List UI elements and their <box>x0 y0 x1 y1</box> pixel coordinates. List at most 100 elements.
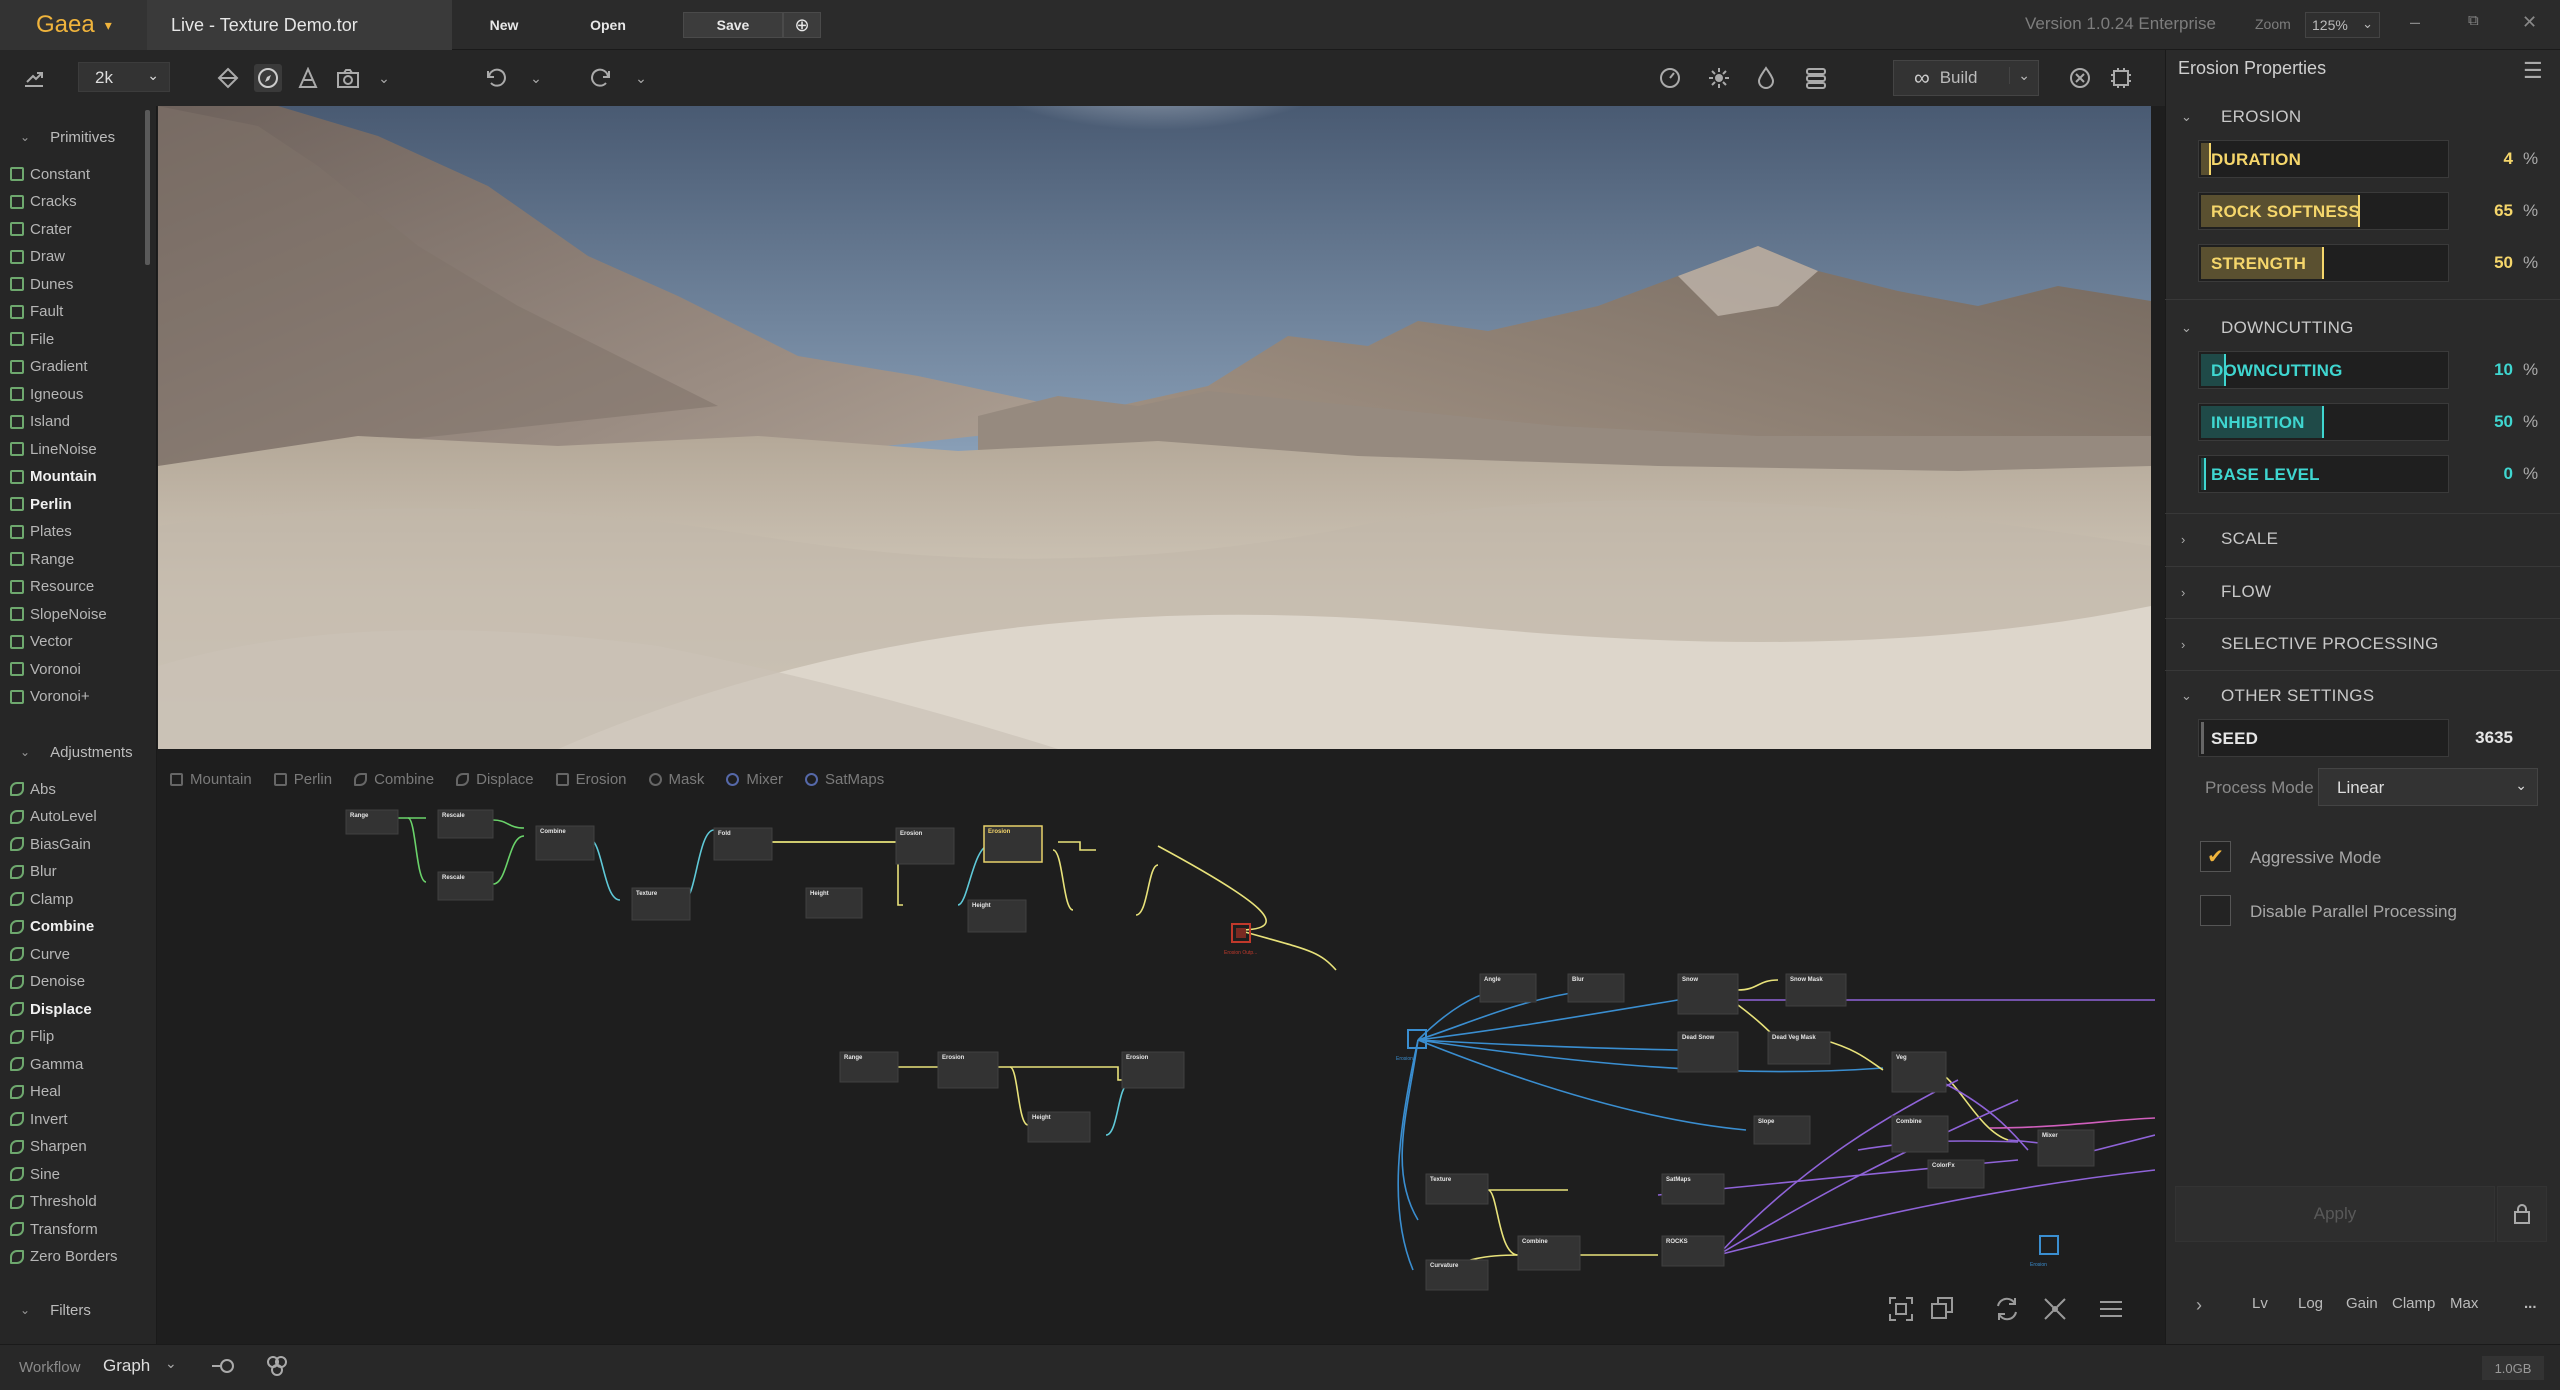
adjustment-item[interactable]: Sharpen <box>10 1135 87 1159</box>
open-button[interactable]: Open <box>582 12 634 38</box>
graph-node[interactable]: Blur <box>1567 973 1625 1003</box>
graph-node[interactable]: Height <box>1027 1111 1091 1143</box>
new-button[interactable]: New <box>480 12 528 38</box>
adjustments-header[interactable]: ⌄ Adjustments <box>0 735 156 769</box>
graph-tab[interactable]: SatMaps <box>805 768 884 790</box>
node-graph-canvas[interactable]: Range Rescale Rescale Combine Texture Fo… <box>158 750 2155 1344</box>
duplicate-icon[interactable] <box>1930 1296 1956 1329</box>
section-other-settings[interactable]: ⌄ OTHER SETTINGS <box>2165 675 2560 717</box>
compass-icon[interactable] <box>254 64 282 92</box>
nodes-icon[interactable] <box>265 1354 289 1383</box>
param-value[interactable]: 50 <box>2453 253 2513 273</box>
camera-icon[interactable] <box>334 64 362 92</box>
seed-input[interactable]: SEED <box>2198 719 2449 757</box>
chevron-down-icon[interactable]: ⌄ <box>627 64 655 92</box>
primitive-item[interactable]: File <box>10 327 54 351</box>
graph-node[interactable]: Height <box>967 899 1027 933</box>
lock-icon[interactable] <box>2497 1186 2547 1242</box>
undo-icon[interactable] <box>482 64 510 92</box>
primitive-item[interactable]: Plates <box>10 520 72 544</box>
histogram-tab[interactable]: Clamp <box>2392 1295 2435 1312</box>
graph-node[interactable]: Slope <box>1753 1115 1811 1145</box>
primitive-item[interactable]: SlopeNoise <box>10 602 107 626</box>
export-icon[interactable] <box>20 64 48 92</box>
param-slider[interactable]: DOWNCUTTING <box>2198 351 2449 389</box>
primitive-item[interactable]: Fault <box>10 300 63 324</box>
refresh-icon[interactable] <box>1994 1296 2020 1329</box>
primitive-item[interactable]: Cracks <box>10 190 77 214</box>
sun-icon[interactable] <box>1705 64 1733 92</box>
param-value[interactable]: 4 <box>2453 149 2513 169</box>
primitive-item[interactable]: Crater <box>10 217 72 241</box>
graph-node[interactable]: Erosion <box>895 827 955 865</box>
section-scale[interactable]: › SCALE <box>2165 518 2560 560</box>
adjustment-item[interactable]: AutoLevel <box>10 805 97 829</box>
chip-icon[interactable] <box>2107 64 2135 92</box>
adjustment-item[interactable]: Clamp <box>10 887 73 911</box>
graph-node[interactable]: Angle <box>1479 973 1537 1003</box>
adjustment-item[interactable]: Threshold <box>10 1190 97 1214</box>
cancel-build-icon[interactable] <box>2066 64 2094 92</box>
graph-tab[interactable]: Mixer <box>726 768 783 790</box>
graph-tab[interactable]: Erosion <box>555 768 627 790</box>
document-tab[interactable]: Live - Texture Demo.tor <box>147 0 452 50</box>
histogram-tab[interactable]: Gain <box>2346 1295 2378 1312</box>
graph-node[interactable]: Range <box>839 1051 899 1083</box>
build-button[interactable]: ∞ Build ⌄ <box>1893 60 2039 96</box>
adjustment-item[interactable]: Curve <box>10 942 70 966</box>
graph-node[interactable]: ROCKS <box>1661 1235 1725 1267</box>
adjustment-item[interactable]: Combine <box>10 915 94 939</box>
adjustment-item[interactable]: Denoise <box>10 970 85 994</box>
graph-node[interactable]: Texture <box>631 887 691 921</box>
primitive-item[interactable]: Perlin <box>10 492 72 516</box>
primitive-item[interactable]: Dunes <box>10 272 73 296</box>
more-button[interactable]: ... <box>2524 1295 2537 1312</box>
filters-header[interactable]: ⌄ Filters <box>0 1293 156 1327</box>
graph-node[interactable]: Curvature <box>1425 1259 1489 1291</box>
section-erosion[interactable]: ⌄ EROSION <box>2165 96 2560 138</box>
chevron-down-icon[interactable]: ⌄ <box>165 1355 177 1372</box>
output-node[interactable]: Erosion <box>2030 1235 2059 1268</box>
close-icon[interactable]: ✕ <box>2522 12 2537 33</box>
graph-node[interactable]: Combine <box>1891 1115 1949 1153</box>
chevron-down-icon[interactable]: ⌄ <box>370 64 398 92</box>
input-node[interactable]: Erosion <box>1396 1029 1427 1062</box>
graph-node[interactable]: Texture <box>1425 1173 1489 1205</box>
add-icon[interactable]: ⊕ <box>783 12 821 38</box>
param-slider[interactable]: STRENGTH <box>2198 244 2449 282</box>
primitive-item[interactable]: Island <box>10 410 70 434</box>
graph-tab[interactable]: Perlin <box>273 768 332 790</box>
process-mode-select[interactable]: Linear ⌄ <box>2318 768 2538 806</box>
histogram-tab[interactable]: Log <box>2298 1295 2323 1312</box>
frame-all-icon[interactable] <box>1888 1296 1914 1329</box>
adjustment-item[interactable]: Abs <box>10 777 56 801</box>
primitive-item[interactable]: Constant <box>10 162 90 186</box>
param-slider[interactable]: ROCK SOFTNESS <box>2198 192 2449 230</box>
graph-node[interactable]: Height <box>805 887 863 919</box>
primitives-header[interactable]: ⌄ Primitives <box>0 120 156 154</box>
graph-node[interactable]: Mixer <box>2037 1129 2095 1167</box>
primitive-item[interactable]: Voronoi <box>10 657 81 681</box>
param-value[interactable]: 0 <box>2453 464 2513 484</box>
section-downcutting[interactable]: ⌄ DOWNCUTTING <box>2165 307 2560 349</box>
chevron-down-icon[interactable]: ⌄ <box>522 64 550 92</box>
primitive-item[interactable]: Voronoi+ <box>10 685 90 709</box>
layers-icon[interactable] <box>1802 64 1830 92</box>
adjustment-item[interactable]: Gamma <box>10 1052 83 1076</box>
toggle-icon[interactable] <box>210 1356 236 1381</box>
primitive-item[interactable]: Vector <box>10 630 73 654</box>
disable-parallel-checkbox[interactable] <box>2200 895 2231 926</box>
graph-node[interactable]: Combine <box>535 825 595 861</box>
terrain-viewport[interactable] <box>158 106 2151 749</box>
param-value[interactable]: 65 <box>2453 201 2513 221</box>
primitive-item[interactable]: Resource <box>10 575 94 599</box>
chevron-down-icon[interactable]: ⌄ <box>2009 67 2030 84</box>
arrange-icon[interactable] <box>2042 1296 2068 1329</box>
apply-button[interactable]: Apply <box>2175 1186 2495 1242</box>
graph-node[interactable]: Rescale <box>437 871 494 901</box>
adjustment-item[interactable]: Sine <box>10 1162 60 1186</box>
gauge-icon[interactable] <box>1656 64 1684 92</box>
minimize-icon[interactable]: – <box>2410 12 2420 33</box>
seed-value[interactable]: 3635 <box>2453 728 2513 748</box>
graph-node[interactable]: Erosion <box>1121 1051 1185 1089</box>
